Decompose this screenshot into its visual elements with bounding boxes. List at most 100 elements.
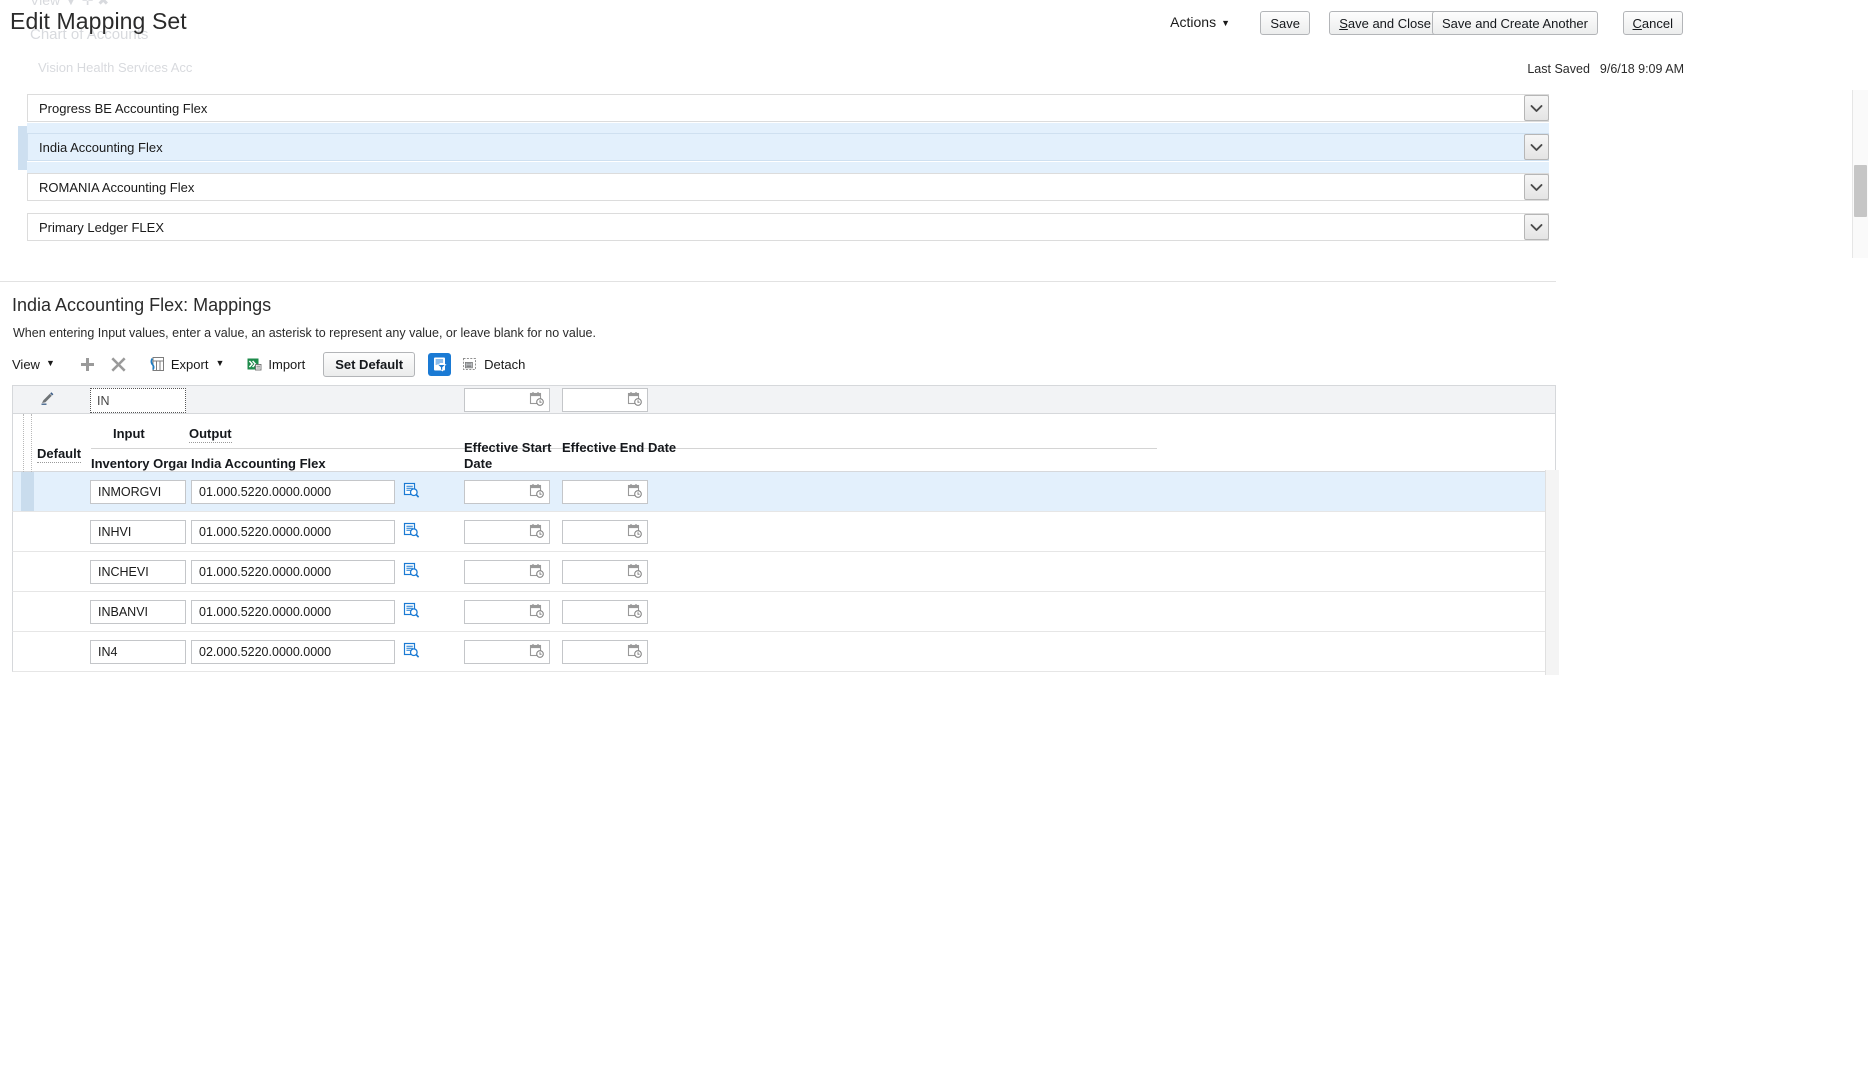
table-row[interactable]: INBANVI 01.000.5220.0000.0000 bbox=[12, 592, 1556, 632]
cancel-label: ancel bbox=[1641, 15, 1673, 31]
column-group-header-input[interactable]: Input bbox=[113, 426, 145, 441]
plus-icon bbox=[79, 356, 96, 373]
import-button-label: Import bbox=[268, 356, 306, 372]
start-date-filter-field[interactable] bbox=[464, 388, 550, 412]
calendar-icon[interactable] bbox=[529, 483, 544, 501]
set-default-label: Set Default bbox=[335, 356, 404, 372]
flex-row-romania[interactable]: ROMANIA Accounting Flex bbox=[27, 173, 1549, 201]
flex-row-india[interactable]: India Accounting Flex bbox=[27, 133, 1549, 161]
save-and-create-another-label: Save and Create Another bbox=[1442, 15, 1588, 31]
last-saved-label: Last Saved bbox=[1527, 62, 1590, 76]
set-default-button[interactable]: Set Default bbox=[323, 351, 416, 377]
end-date-filter-field[interactable] bbox=[562, 388, 648, 412]
grid-scrollbar[interactable] bbox=[1545, 470, 1559, 675]
row-end-date-field[interactable] bbox=[562, 560, 648, 584]
row-start-date-field[interactable] bbox=[464, 640, 550, 664]
page-header: Edit Mapping Set Actions ▼ Save Save and … bbox=[0, 0, 1868, 76]
row-input-field[interactable]: IN4 bbox=[90, 640, 186, 664]
view-menu-button[interactable]: View ▼ bbox=[12, 351, 55, 377]
column-header-default[interactable]: Default bbox=[37, 446, 82, 463]
cancel-button[interactable]: Cancel bbox=[1622, 11, 1683, 35]
calendar-icon[interactable] bbox=[627, 603, 642, 621]
row-output-field[interactable]: 01.000.5220.0000.0000 bbox=[191, 600, 395, 624]
selection-rail bbox=[18, 126, 27, 170]
row-output-field[interactable]: 01.000.5220.0000.0000 bbox=[191, 520, 395, 544]
import-icon bbox=[246, 356, 262, 372]
flex-row-progress-be[interactable]: Progress BE Accounting Flex bbox=[27, 94, 1549, 122]
column-header-inventory-organization[interactable]: Inventory Organ bbox=[91, 456, 187, 471]
row-selection-rail bbox=[21, 552, 34, 591]
table-row[interactable]: INCHEVI 01.000.5220.0000.0000 bbox=[12, 552, 1556, 592]
import-button[interactable]: Import bbox=[246, 351, 305, 377]
calendar-icon[interactable] bbox=[627, 523, 642, 541]
calendar-icon[interactable] bbox=[529, 523, 544, 541]
delete-row-button[interactable] bbox=[110, 351, 133, 377]
calendar-icon[interactable] bbox=[627, 643, 642, 661]
row-input-field[interactable]: INMORGVI bbox=[90, 480, 186, 504]
search-lov-icon[interactable] bbox=[403, 642, 420, 662]
row-output-field[interactable]: 01.000.5220.0000.0000 bbox=[191, 560, 395, 584]
calendar-icon[interactable] bbox=[529, 643, 544, 661]
search-lov-icon[interactable] bbox=[403, 562, 420, 582]
calendar-icon[interactable] bbox=[627, 483, 642, 501]
column-group-header-output[interactable]: Output bbox=[189, 426, 232, 443]
save-button[interactable]: Save bbox=[1260, 11, 1310, 35]
row-input-field[interactable]: INHVI bbox=[90, 520, 186, 544]
chevron-down-icon[interactable] bbox=[1524, 95, 1549, 121]
flex-row-label: Primary Ledger FLEX bbox=[39, 219, 164, 235]
table-row[interactable]: INMORGVI 01.000.5220.0000.0000 bbox=[12, 472, 1556, 512]
calendar-icon[interactable] bbox=[529, 603, 544, 621]
calendar-icon[interactable] bbox=[627, 391, 642, 409]
flex-row-primary-ledger[interactable]: Primary Ledger FLEX bbox=[27, 213, 1549, 241]
query-by-example-icon[interactable] bbox=[428, 352, 452, 376]
column-header-effective-end-date[interactable]: Effective End Date bbox=[562, 440, 682, 456]
input-filter-textbox[interactable] bbox=[90, 388, 186, 413]
search-lov-icon[interactable] bbox=[403, 482, 420, 502]
row-selection-rail bbox=[21, 592, 34, 631]
detach-button[interactable]: Detach bbox=[462, 351, 525, 377]
chevron-down-icon: ▼ bbox=[1221, 18, 1230, 28]
page-title: Edit Mapping Set bbox=[10, 8, 187, 34]
row-input-field[interactable]: INCHEVI bbox=[90, 560, 186, 584]
calendar-icon[interactable] bbox=[529, 391, 544, 409]
chevron-down-icon[interactable] bbox=[1524, 134, 1549, 160]
save-and-close-label: ave and Close bbox=[1347, 15, 1431, 31]
search-lov-icon[interactable] bbox=[403, 602, 420, 622]
actions-menu-button[interactable]: Actions ▼ bbox=[1170, 14, 1230, 30]
flex-row-label: Progress BE Accounting Flex bbox=[39, 100, 208, 116]
mappings-grid: Default Input Output Inventory Organ Ind… bbox=[12, 385, 1556, 672]
row-output-field[interactable]: 01.000.5220.0000.0000 bbox=[191, 480, 395, 504]
calendar-icon[interactable] bbox=[529, 563, 544, 581]
filter-edit-cell[interactable] bbox=[13, 391, 81, 409]
row-start-date-field[interactable] bbox=[464, 600, 550, 624]
flex-list-scrollbar-thumb[interactable] bbox=[1854, 165, 1867, 217]
row-start-date-field[interactable] bbox=[464, 520, 550, 544]
export-menu-label: Export bbox=[170, 356, 209, 372]
grid-header-row: Default Input Output Inventory Organ Ind… bbox=[12, 414, 1556, 472]
add-row-button[interactable] bbox=[79, 351, 102, 377]
chevron-down-icon[interactable] bbox=[1524, 174, 1549, 200]
column-header-india-accounting-flex[interactable]: India Accounting Flex bbox=[191, 456, 326, 471]
row-end-date-field[interactable] bbox=[562, 480, 648, 504]
column-header-effective-start-date[interactable]: Effective Start Date bbox=[464, 440, 558, 472]
row-selection-rail bbox=[21, 472, 34, 511]
table-row[interactable]: INHVI 01.000.5220.0000.0000 bbox=[12, 512, 1556, 552]
save-and-create-another-button[interactable]: Save and Create Another bbox=[1432, 11, 1598, 35]
row-output-field[interactable]: 02.000.5220.0000.0000 bbox=[191, 640, 395, 664]
row-start-date-field[interactable] bbox=[464, 560, 550, 584]
chevron-down-icon[interactable] bbox=[1524, 214, 1549, 240]
input-filter-field[interactable] bbox=[90, 388, 186, 413]
row-end-date-field[interactable] bbox=[562, 640, 648, 664]
flex-list-scrollbar[interactable] bbox=[1852, 90, 1868, 258]
row-input-field[interactable]: INBANVI bbox=[90, 600, 186, 624]
calendar-icon[interactable] bbox=[627, 563, 642, 581]
search-lov-icon[interactable] bbox=[403, 522, 420, 542]
row-start-date-field[interactable] bbox=[464, 480, 550, 504]
export-menu-button[interactable]: Export ▼ bbox=[149, 351, 224, 377]
mappings-toolbar: View ▼ Export ▼ Import Set Default Detac… bbox=[12, 350, 525, 378]
header-rail bbox=[23, 414, 32, 472]
row-end-date-field[interactable] bbox=[562, 520, 648, 544]
table-row[interactable]: IN4 02.000.5220.0000.0000 bbox=[12, 632, 1556, 672]
row-end-date-field[interactable] bbox=[562, 600, 648, 624]
save-and-close-button[interactable]: Save and Close bbox=[1329, 11, 1441, 35]
